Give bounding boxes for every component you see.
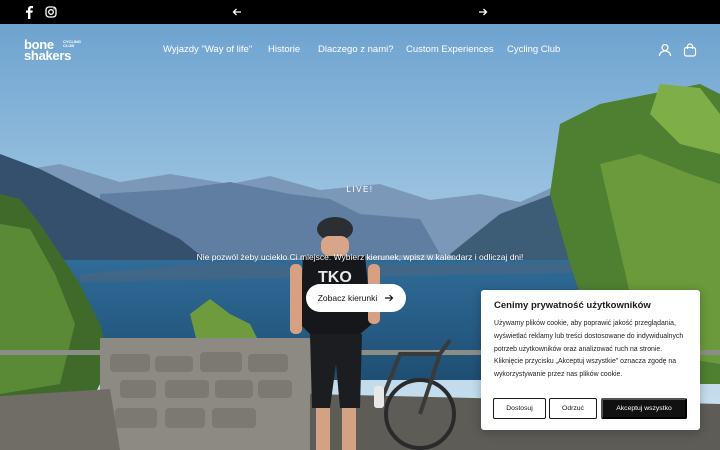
customize-button[interactable]: Dostosuj	[493, 398, 546, 419]
cookie-body: Używamy plików cookie, aby poprawić jako…	[494, 320, 684, 379]
user-icon[interactable]	[658, 43, 672, 57]
bag-icon[interactable]	[683, 43, 697, 57]
nav-custom-experiences[interactable]: Custom Experiences	[406, 44, 494, 55]
arrow-left-icon[interactable]	[229, 4, 245, 20]
hero-subtitle: Nie pozwól żeby uciekło Ci miejsce. Wybi…	[196, 252, 524, 262]
logo-tag: CYCLING CLUB	[63, 39, 81, 48]
announcement-bar	[0, 0, 720, 24]
arrow-right-icon[interactable]	[475, 4, 491, 20]
logo-line2: shakers	[24, 48, 72, 63]
instagram-icon[interactable]	[44, 5, 58, 19]
cookie-consent-dialog: Cenimy prywatność użytkowników Używamy p…	[481, 290, 700, 430]
hero-eyebrow: LIVE!	[346, 185, 374, 194]
see-destinations-button[interactable]: Zobacz kierunki	[306, 284, 406, 312]
arrow-right-icon	[384, 293, 394, 303]
site-header: bone shakers CYCLING CLUB Wyjazdy "Way o…	[0, 24, 720, 78]
nav-cycling-club[interactable]: Cycling Club	[507, 44, 560, 55]
cookie-title: Cenimy prywatność użytkowników	[494, 300, 651, 311]
facebook-icon[interactable]	[22, 5, 36, 19]
cta-label: Zobacz kierunki	[317, 293, 378, 303]
accept-all-button[interactable]: Akceptuj wszystko	[601, 398, 687, 419]
nav-historie[interactable]: Historie	[268, 44, 300, 55]
nav-dlaczego-z-nami[interactable]: Dlaczego z nami?	[318, 44, 394, 55]
reject-button[interactable]: Odrzuć	[549, 398, 597, 419]
brand-logo[interactable]: bone shakers CYCLING CLUB	[24, 38, 84, 63]
nav-way-of-life[interactable]: Wyjazdy "Way of life"	[163, 44, 252, 55]
